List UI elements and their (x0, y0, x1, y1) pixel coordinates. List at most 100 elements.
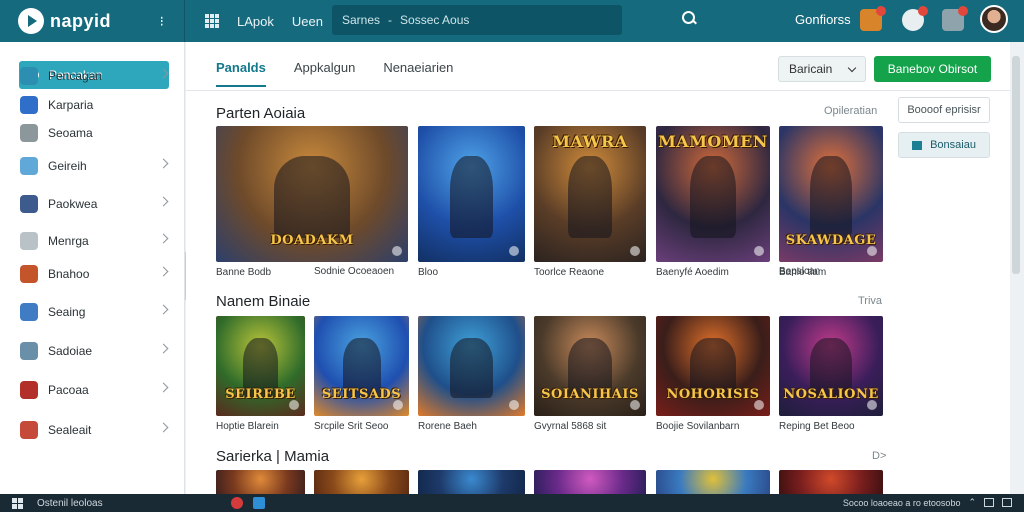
game-card-caption: Srcpile Srit Seoo (314, 421, 389, 432)
sidebar-item-label: Pacoaa (48, 383, 89, 397)
tab-divider (186, 90, 1010, 91)
sort-dropdown[interactable]: Baricain (778, 56, 866, 82)
sidebar-item[interactable]: Menrga (0, 229, 185, 253)
primary-action-button[interactable]: Banebov Obirsot (874, 56, 991, 82)
taskbar-search-text[interactable]: Ostenil leoloas (37, 498, 103, 509)
sidebar-item-label: Bnahoo (48, 267, 90, 281)
sidebar-item[interactable]: Seoama (0, 121, 185, 145)
cover-title: NOHORISIS (666, 387, 760, 402)
section-more-link-3[interactable]: D> (872, 450, 886, 462)
tab-appkalgun[interactable]: Appkalgun (294, 60, 355, 87)
top-search-field[interactable]: Sarnes - Sossec Aous (332, 5, 622, 35)
search-icon[interactable] (682, 11, 696, 25)
sidebar-item-label: Geireih (48, 159, 87, 173)
game-card-caption: Rorene Baeh (418, 421, 477, 432)
filter-options-button[interactable]: Boooof eprisisr (898, 97, 990, 123)
game-card[interactable]: SKAWDAGE Banlo tiam (779, 126, 883, 278)
windows-start-icon[interactable] (12, 497, 23, 509)
sidebar-item[interactable]: Sadoiae (0, 339, 185, 363)
game-card[interactable]: MAMOMEN Baenyfé Aoedim (656, 126, 770, 278)
chevron-right-icon (158, 343, 169, 354)
game-thumb-icon (20, 342, 38, 360)
brand-logo[interactable]: napyid ⁝ (0, 0, 185, 42)
settings-link[interactable]: Gonfiorss (795, 12, 851, 27)
cover-title: SEIREBE (225, 387, 296, 402)
category-button[interactable]: Bonsaiau (898, 132, 990, 158)
game-cover-image: MAMOMEN (656, 126, 770, 262)
game-card-caption: Toorlce Reaone (534, 267, 605, 278)
game-card[interactable]: NOSALIONE Reping Bet Beoo (779, 316, 883, 432)
game-cover-image: SOIANIHAIS (534, 316, 646, 416)
game-thumb-icon (20, 232, 38, 250)
section-more-link-1[interactable]: Opileratian (824, 105, 877, 117)
game-cover-image: NOSALIONE (779, 316, 883, 416)
sidebar-item[interactable]: Seaing (0, 300, 185, 324)
sidebar-item[interactable]: Geireih (0, 154, 185, 178)
sidebar-item[interactable]: Paokwea (0, 192, 185, 216)
section-more-link-2[interactable]: Triva (858, 295, 882, 307)
game-card[interactable]: Rorene Baeh (418, 316, 525, 432)
chevron-up-icon[interactable]: ⌃ (968, 497, 976, 508)
game-thumb-icon (20, 195, 38, 213)
shield-icon (20, 96, 38, 114)
cover-title: SKAWDAGE (785, 233, 877, 248)
window-icon[interactable] (984, 498, 994, 507)
game-card[interactable]: NOHORISIS Boojie Sovilanbarn (656, 316, 770, 432)
play-logo-icon (18, 8, 44, 34)
cover-character (690, 155, 736, 238)
chevron-right-icon (158, 304, 169, 315)
game-card[interactable]: SEITSADS Srcpile Srit Seoo (314, 316, 409, 432)
apps-grid-icon[interactable] (205, 14, 219, 28)
flame-notification-icon[interactable] (860, 6, 886, 31)
cover-character (567, 155, 613, 238)
play-icon[interactable] (509, 400, 519, 410)
main-scrollbar[interactable] (1012, 56, 1020, 274)
game-card[interactable]: Bloo (418, 126, 525, 278)
sidebar-item[interactable]: Bnahoo (0, 262, 185, 286)
message-icon[interactable] (942, 6, 968, 31)
game-card-caption: Gvyrnal 5868 sit (534, 421, 607, 432)
gear-icon (20, 124, 38, 142)
play-icon[interactable] (630, 246, 640, 256)
game-thumb-icon (20, 157, 38, 175)
cover-title: SOIANIHAIS (541, 387, 639, 402)
game-card-caption: Bloo (418, 267, 439, 278)
sidebar-item[interactable]: Karparia (0, 93, 185, 117)
game-card-caption: Boojie Sovilanbarn (656, 421, 740, 432)
sidebar-item[interactable]: Sealeait (0, 418, 185, 442)
system-tray: Socoo loaoeao a ro etoosobo ⌃ (843, 497, 1012, 508)
taskbar: Ostenil leoloas Socoo loaoeao a ro etoos… (0, 494, 1024, 512)
game-card[interactable]: DOADAKM Banne Bodb (216, 126, 408, 278)
game-card[interactable]: SEIREBE Hoptie Blarein (216, 316, 305, 432)
more-options-icon[interactable]: ⁝ (160, 13, 164, 30)
game-cover-image: MAWRA (534, 126, 646, 262)
play-icon[interactable] (509, 246, 519, 256)
play-icon[interactable] (754, 246, 764, 256)
tab-panalds[interactable]: Panalds (216, 60, 266, 87)
sidebar-item-label: Seaing (48, 305, 86, 319)
tray-text: Socoo loaoeao a ro etoosobo (842, 497, 961, 508)
cloud-notification-icon[interactable] (902, 6, 928, 31)
sidebar-item-label: Sealeait (48, 423, 92, 437)
display-icon[interactable] (1002, 498, 1012, 507)
sidebar-item[interactable]: Pencagan (0, 64, 185, 88)
chevron-right-icon (158, 196, 169, 207)
tab-nenaeiarien[interactable]: Nenaeiarien (383, 60, 453, 87)
store-app-icon[interactable] (252, 497, 265, 509)
game-cover-image (418, 126, 525, 262)
game-card[interactable]: MAWRA Toorlce Reaone (534, 126, 646, 278)
game-cover-image (418, 316, 525, 416)
cover-title: MAMOMEN (658, 132, 768, 151)
game-card[interactable]: SOIANIHAIS Gvyrnal 5868 sit (534, 316, 646, 432)
top-nav-link-2[interactable]: Ueen (292, 14, 323, 29)
sidebar-item-label: Menrga (48, 234, 89, 248)
sidebar: Pencakan Pencagan Karparia Seoama Geireih Pa… (0, 42, 185, 494)
top-nav-link-1[interactable]: LApok (237, 14, 274, 29)
cover-title: MAWRA (552, 132, 628, 151)
avatar[interactable] (980, 5, 1008, 33)
cover-character (450, 155, 493, 238)
tab-bar: Panalds Appkalgun Nenaeiarien (216, 60, 481, 87)
browser-app-icon[interactable] (230, 497, 243, 509)
sidebar-item[interactable]: Pacoaa (0, 378, 185, 402)
sidebar-item-label: Karparia (48, 98, 94, 112)
